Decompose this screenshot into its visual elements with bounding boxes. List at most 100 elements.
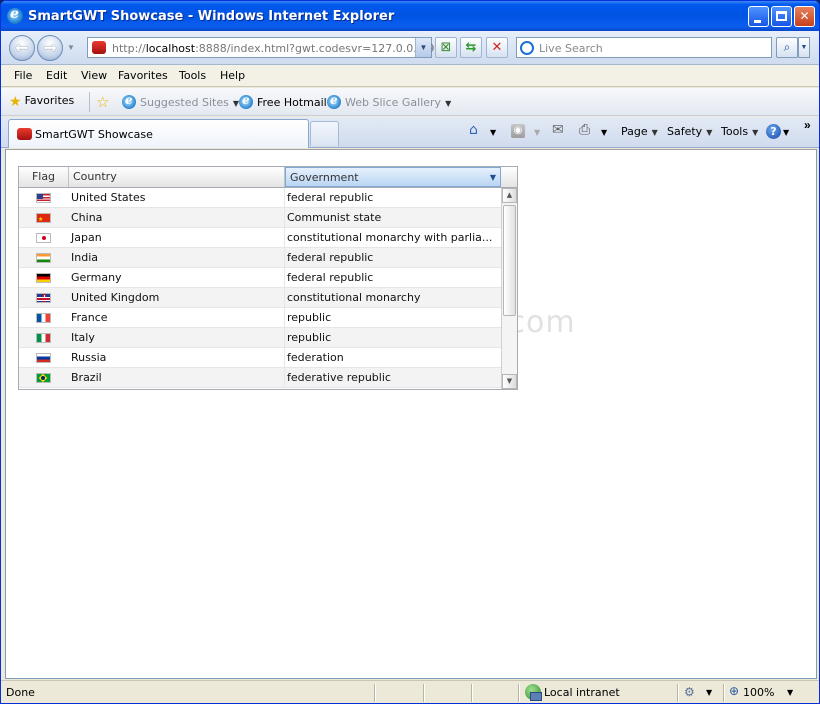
url-rest: :8888/index.html?gwt.codesvr=127.0.0.1:9… — [195, 42, 449, 55]
menu-help[interactable]: Help — [220, 69, 245, 82]
menu-view[interactable]: View — [81, 69, 107, 82]
more-commands-chevron-icon[interactable]: » — [804, 118, 811, 132]
browser-window: SmartGWT Showcase - Windows Internet Exp… — [0, 0, 820, 704]
flag-us-icon — [36, 193, 51, 203]
home-icon[interactable]: ⌂ — [469, 122, 478, 138]
flag-cell — [19, 368, 69, 388]
forward-button[interactable]: → — [37, 35, 63, 61]
close-button[interactable]: ✕ — [794, 6, 815, 27]
zoom-level[interactable]: 100% — [743, 686, 774, 699]
menu-favorites[interactable]: Favorites — [118, 69, 168, 82]
country-cell: United States — [69, 188, 285, 208]
site-favicon-icon — [92, 41, 106, 54]
print-dropdown[interactable]: ▼ — [601, 128, 607, 137]
page-content: www.java2s.com Flag Country Government▼ … — [5, 149, 817, 679]
table-row[interactable]: United Kingdom constitutional monarchy — [19, 288, 501, 308]
scroll-up-button[interactable]: ▲ — [502, 188, 517, 203]
tab-command-bar: SmartGWT Showcase ⌂ ▼ ◉ ▼ ✉ ⎙ ▼ Page ▼ Sa… — [1, 117, 819, 148]
home-dropdown[interactable]: ▼ — [490, 128, 496, 137]
flag-cell — [19, 348, 69, 368]
address-dropdown-button[interactable]: ▼ — [415, 38, 431, 57]
table-row[interactable]: Brazil federative republic — [19, 368, 501, 388]
arrow-left-icon: ← — [15, 38, 29, 57]
government-cell: federative republic — [287, 371, 391, 384]
maximize-icon — [776, 11, 787, 21]
menu-bar: File Edit View Favorites Tools Help — [1, 65, 819, 87]
tab-smartgwt-showcase[interactable]: SmartGWT Showcase — [8, 119, 309, 148]
live-search-logo-icon — [520, 41, 534, 55]
address-input[interactable]: http://localhost:8888/index.html?gwt.cod… — [87, 37, 448, 58]
government-cell: republic — [287, 311, 332, 324]
feeds-dropdown[interactable]: ▼ — [534, 128, 540, 137]
status-divider — [471, 684, 472, 702]
table-row[interactable]: ChinaCommunist state — [19, 208, 501, 228]
safety-menu[interactable]: Safety ▼ — [667, 125, 712, 138]
column-header-government[interactable]: Government ▼ — [285, 167, 501, 187]
menu-file[interactable]: File — [14, 69, 32, 82]
stop-button[interactable]: ✕ — [486, 37, 508, 58]
government-cell: Communist state — [287, 211, 382, 224]
site-favicon-icon — [17, 128, 32, 140]
print-icon[interactable]: ⎙ — [579, 122, 590, 138]
url-prefix: http:// — [112, 42, 146, 55]
tab-label: SmartGWT Showcase — [35, 128, 153, 141]
minimize-icon — [754, 20, 761, 23]
back-button[interactable]: ← — [9, 35, 35, 61]
mail-icon[interactable]: ✉ — [552, 122, 564, 138]
security-zone[interactable]: Local intranet — [544, 686, 620, 699]
window-title: SmartGWT Showcase - Windows Internet Exp… — [28, 9, 395, 24]
suggested-sites-link[interactable]: Suggested Sites▼ — [122, 93, 239, 109]
web-slice-gallery-link[interactable]: Web Slice Gallery▼ — [327, 93, 451, 109]
recent-pages-dropdown[interactable]: ▼ — [67, 43, 75, 52]
favorites-button[interactable]: ★ Favorites — [9, 94, 74, 110]
help-dropdown[interactable]: ▼ — [783, 128, 789, 137]
column-header-flag[interactable]: Flag — [19, 167, 69, 187]
column-header-country[interactable]: Country — [69, 167, 285, 187]
page-menu[interactable]: Page ▼ — [621, 125, 658, 138]
tools-menu[interactable]: Tools ▼ — [721, 125, 758, 138]
search-options-dropdown[interactable]: ▼ — [798, 37, 810, 58]
flag-cell — [19, 208, 69, 228]
feeds-icon[interactable]: ◉ — [511, 124, 525, 138]
scroll-down-button[interactable]: ▼ — [502, 374, 517, 389]
table-row[interactable]: Japan constitutional monarchy with parlia… — [19, 228, 501, 248]
menu-tools[interactable]: Tools — [179, 69, 206, 82]
free-hotmail-link[interactable]: Free Hotmail — [239, 93, 327, 109]
scroll-thumb[interactable] — [503, 205, 516, 316]
help-icon[interactable]: ? — [766, 124, 781, 139]
chevron-down-icon[interactable]: ▼ — [706, 688, 712, 697]
table-row[interactable]: Russia federation — [19, 348, 501, 368]
protected-mode-icon[interactable]: ⚙ — [684, 685, 695, 699]
table-row[interactable]: Germany federal republic — [19, 268, 501, 288]
flag-de-icon — [36, 273, 51, 283]
refresh-icon: ⇆ — [465, 40, 477, 55]
page-menu-label: Page — [621, 125, 648, 138]
ie-page-icon — [327, 93, 341, 109]
search-input[interactable]: Live Search — [516, 37, 772, 58]
column-menu-chevron-icon[interactable]: ▼ — [490, 168, 496, 188]
search-button[interactable]: ⌕ — [776, 37, 798, 58]
menu-edit[interactable]: Edit — [46, 69, 67, 82]
table-row[interactable]: Italy republic — [19, 328, 501, 348]
maximize-button[interactable] — [771, 6, 792, 27]
flag-cell — [19, 288, 69, 308]
title-bar[interactable]: SmartGWT Showcase - Windows Internet Exp… — [1, 1, 819, 31]
table-row[interactable]: France republic — [19, 308, 501, 328]
minimize-button[interactable] — [748, 6, 769, 27]
zoom-icon[interactable]: ⊕ — [729, 684, 739, 698]
compatibility-view-button[interactable]: ⊠ — [435, 37, 457, 58]
grid-vertical-scrollbar[interactable]: ▲ ▼ — [501, 188, 517, 389]
government-cell: constitutional monarchy with parlia... — [287, 231, 493, 244]
country-cell: Germany — [69, 268, 285, 288]
suggested-sites-label: Suggested Sites — [140, 96, 229, 109]
new-tab-button[interactable] — [310, 121, 339, 146]
flag-cell — [19, 308, 69, 328]
chevron-down-icon: ▼ — [752, 128, 759, 137]
refresh-button[interactable]: ⇆ — [460, 37, 482, 58]
add-to-favorites-bar-icon[interactable]: ☆ — [96, 93, 109, 111]
table-row[interactable]: United States federal republic — [19, 188, 501, 208]
flag-in-icon — [36, 253, 51, 263]
table-row[interactable]: India federal republic — [19, 248, 501, 268]
arrow-right-icon: → — [43, 38, 57, 57]
zoom-dropdown-chevron-icon[interactable]: ▼ — [787, 688, 793, 697]
